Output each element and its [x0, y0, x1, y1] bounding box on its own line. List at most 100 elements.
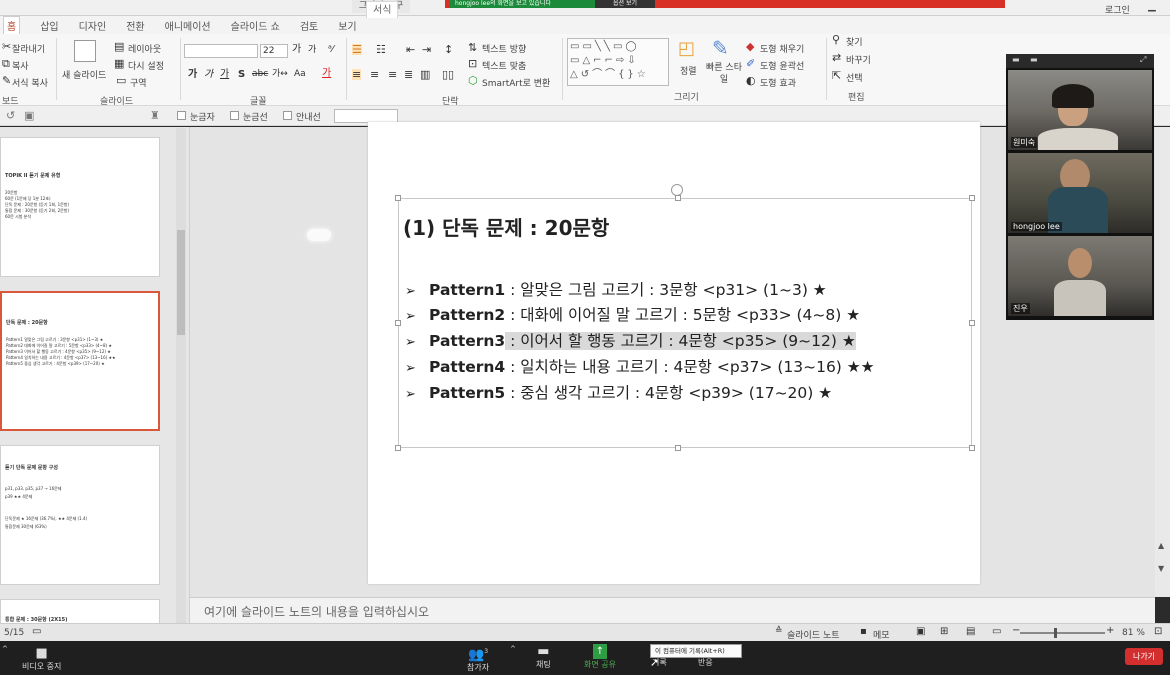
italic-icon[interactable]: 가	[204, 70, 213, 80]
spacing-icon[interactable]: 가↔	[272, 70, 288, 79]
align-center-icon[interactable]: ≡	[370, 69, 379, 80]
resize-handle[interactable]	[969, 445, 975, 451]
distribute-icon[interactable]: ▥	[420, 69, 430, 80]
select-button[interactable]: 선택	[846, 71, 863, 84]
align-right-icon[interactable]: ≡	[388, 69, 397, 80]
layout-video-icon[interactable]: ▬	[1030, 55, 1038, 64]
scrollbar-thumb[interactable]	[177, 230, 185, 335]
expand-video-icon[interactable]: ⤢	[1140, 55, 1146, 65]
resize-handle[interactable]	[969, 195, 975, 201]
underline-icon[interactable]: 가	[220, 70, 229, 80]
audio-caret-icon[interactable]: ^	[2, 645, 8, 653]
participants-caret-icon[interactable]: ^	[510, 645, 516, 653]
text-direction-button[interactable]: 텍스트 방향	[482, 42, 526, 55]
slide-thumbnail-5[interactable]: 단독 문제 : 20문항 Pattern1 알맞은 그림 고르기 : 3문항 <…	[0, 291, 160, 431]
shape-effects-button[interactable]: 도형 효과	[760, 76, 796, 89]
save-icon[interactable]: ▣	[24, 110, 34, 121]
zoom-in-icon[interactable]: +	[1106, 626, 1114, 636]
section-button[interactable]: 구역	[130, 76, 147, 89]
smartart-button[interactable]: SmartArt로 변환	[482, 76, 550, 89]
view-options-button[interactable]: 옵션 보기	[595, 0, 655, 8]
slide-thumbnails-pane[interactable]: TOPIK II 듣기 문제 유형 20문항 60문 (1문제 당 1분 12초…	[0, 127, 190, 625]
clear-format-icon[interactable]: ᵃ⁄	[328, 45, 334, 55]
slideshow-view-icon[interactable]: ▭	[992, 627, 1001, 637]
columns-icon[interactable]: ▯▯	[442, 69, 454, 80]
zoom-slider[interactable]	[1020, 632, 1105, 634]
tab-review[interactable]: 검토	[300, 18, 318, 33]
justify-icon[interactable]: ≣	[404, 69, 413, 80]
paint-icon[interactable]: ♜	[150, 110, 160, 121]
decrease-font-icon[interactable]: 가	[308, 46, 316, 55]
quick-dropdown[interactable]	[334, 109, 398, 123]
strikethrough-icon[interactable]: abc	[252, 70, 268, 79]
vertical-scrollbar[interactable]: ▲ ▼	[1155, 127, 1170, 597]
tab-home[interactable]: 홈	[3, 16, 21, 34]
video-tile-1[interactable]: 원미숙	[1008, 70, 1152, 150]
tab-animations[interactable]: 애니메이션	[165, 18, 211, 33]
text-align-button[interactable]: 텍스트 맞춤	[482, 59, 526, 72]
tab-slideshow[interactable]: 슬라이드 쇼	[231, 18, 280, 33]
new-slide-button[interactable]: 새 슬라이드	[62, 68, 106, 81]
fit-slide-icon[interactable]: ⊡	[1154, 627, 1162, 637]
copy-button[interactable]: 복사	[12, 59, 29, 72]
zoom-out-icon[interactable]: −	[1012, 626, 1020, 636]
replace-button[interactable]: 바꾸기	[846, 53, 871, 66]
resize-handle[interactable]	[395, 195, 401, 201]
minimize-video-icon[interactable]: ▬	[1012, 55, 1020, 64]
undo-icon[interactable]: ↺	[6, 110, 15, 121]
tab-insert[interactable]: 삽입	[40, 18, 58, 33]
bold-icon[interactable]: 가	[188, 70, 197, 80]
find-button[interactable]: 찾기	[846, 35, 863, 48]
shape-outline-button[interactable]: 도형 윤곽선	[760, 59, 804, 72]
resize-handle[interactable]	[395, 445, 401, 451]
zoom-level[interactable]: 81 %	[1122, 628, 1145, 638]
comments-button[interactable]: 메모	[873, 628, 890, 641]
scroll-up-icon[interactable]: ▲	[1158, 541, 1164, 550]
thumbnails-scrollbar[interactable]	[176, 128, 186, 624]
zoom-slider-knob[interactable]	[1054, 628, 1057, 638]
slide-thumbnail-4[interactable]: TOPIK II 듣기 문제 유형 20문항 60문 (1문제 당 1분 12초…	[0, 137, 160, 277]
align-left-icon[interactable]: ≡	[352, 69, 362, 80]
format-painter-button[interactable]: 서식 복사	[12, 76, 48, 89]
notes-button[interactable]: 슬라이드 노트	[787, 628, 840, 641]
minimize-icon[interactable]: ▁	[1148, 1, 1156, 12]
tab-design[interactable]: 디자인	[79, 18, 107, 33]
share-screen-button[interactable]: ↑ 화면 공유	[584, 644, 616, 670]
tab-view[interactable]: 보기	[338, 18, 356, 33]
decrease-indent-icon[interactable]: ⇤	[406, 44, 415, 55]
leave-meeting-button[interactable]: 나가기	[1125, 648, 1163, 665]
line-spacing-icon[interactable]: ↕	[444, 44, 453, 55]
slide-thumbnail-7[interactable]: 통합 문제 : 30문항 (2X15)	[0, 599, 160, 625]
normal-view-icon[interactable]: ▣	[916, 627, 925, 637]
font-family-dropdown[interactable]	[184, 44, 258, 58]
bullets-icon[interactable]: ☰	[352, 44, 362, 55]
increase-font-icon[interactable]: 가	[292, 45, 301, 55]
participants-button[interactable]: 👥3 참가자	[467, 644, 489, 673]
video-stop-button[interactable]: ■ 비디오 중지	[22, 646, 61, 672]
font-size-dropdown[interactable]: 22	[260, 44, 288, 58]
ruler-checkbox[interactable]	[177, 111, 186, 120]
resize-handle[interactable]	[969, 320, 975, 326]
font-color-icon[interactable]: 가	[322, 69, 331, 79]
numbering-icon[interactable]: ☷	[376, 44, 386, 55]
reading-view-icon[interactable]: ▤	[966, 627, 975, 637]
resize-handle[interactable]	[395, 320, 401, 326]
slide-thumbnail-6[interactable]: 듣기 단독 문제 문항 구성 p31, p33, p35, p37 → 16문제…	[0, 445, 160, 585]
increase-indent-icon[interactable]: ⇥	[422, 44, 431, 55]
rotate-handle[interactable]	[671, 184, 683, 196]
video-tile-2[interactable]: hongjoo lee	[1008, 153, 1152, 233]
quick-styles-button[interactable]: 빠른 스타일	[704, 62, 744, 86]
scroll-down-icon[interactable]: ▼	[1158, 564, 1164, 573]
shadow-icon[interactable]: S	[238, 70, 245, 80]
shape-fill-button[interactable]: 도형 채우기	[760, 42, 804, 55]
reactions-button[interactable]: 반응	[698, 657, 713, 668]
tab-transitions[interactable]: 전환	[126, 18, 144, 33]
gridlines-checkbox[interactable]	[230, 111, 239, 120]
spellcheck-icon[interactable]: ▭	[32, 627, 41, 637]
slide-sorter-icon[interactable]: ⊞	[940, 627, 948, 637]
login-link[interactable]: 로그인	[1105, 3, 1130, 16]
resize-handle[interactable]	[675, 445, 681, 451]
reset-button[interactable]: 다시 설정	[128, 59, 164, 72]
notes-placeholder[interactable]: 여기에 슬라이드 노트의 내용을 입력하십시오	[204, 603, 429, 620]
video-tile-3[interactable]: 진우	[1008, 236, 1152, 316]
